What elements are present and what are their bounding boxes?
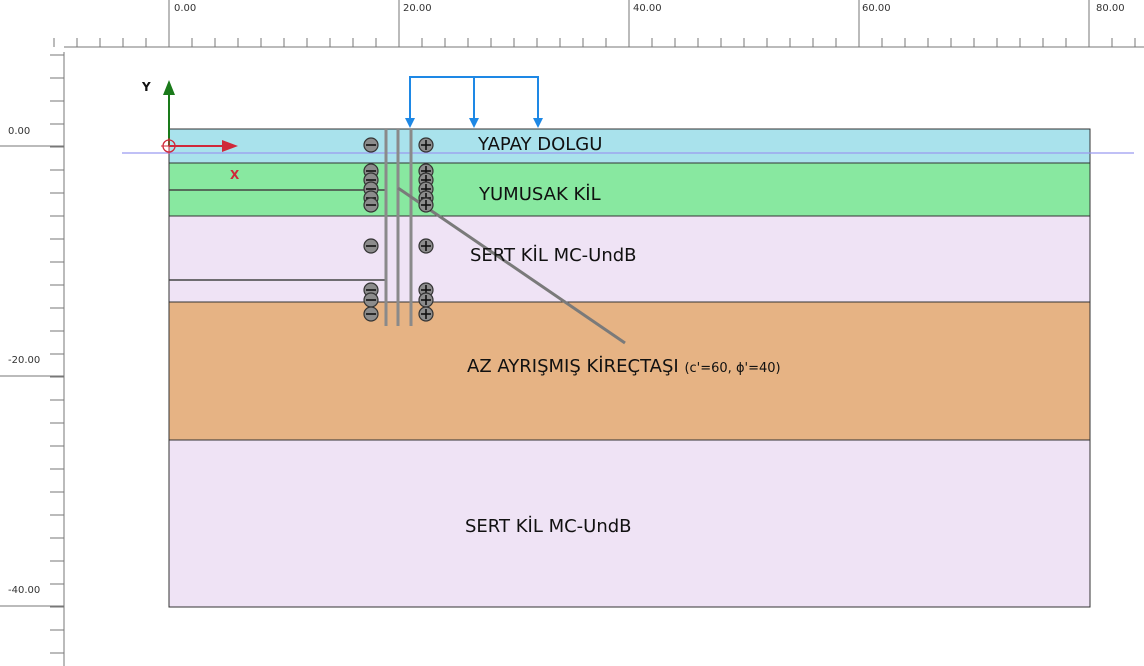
plus-circle-icon	[418, 197, 434, 213]
minus-circle-icon	[363, 137, 379, 153]
layer-label-sert-kil-upper: SERT KİL MC-UndB	[470, 245, 637, 266]
y-axis-arrow-icon	[163, 80, 175, 95]
plus-circle-icon	[418, 292, 434, 308]
layer-label-yumusak-kil: YUMUSAK KİL	[479, 184, 601, 205]
layer-label-yapay-dolgu: YAPAY DOLGU	[478, 134, 603, 155]
plus-circle-icon	[418, 137, 434, 153]
layer-label-sert-kil-lower: SERT KİL MC-UndB	[465, 516, 632, 537]
plus-circle-icon	[418, 306, 434, 322]
layer-label-kirectasi-params: (c'=60, ϕ'=40)	[684, 361, 781, 376]
load-arrowheads	[405, 118, 543, 128]
x-axis-label: X	[230, 168, 240, 182]
minus-circle-icon	[363, 306, 379, 322]
layer-label-kirectasi: AZ AYRIŞMIŞ KİREÇTAŞI (c'=60, ϕ'=40)	[467, 356, 781, 377]
distributed-load[interactable]	[409, 76, 539, 120]
minus-circle-icon	[363, 292, 379, 308]
y-axis-label: Y	[142, 80, 151, 94]
layer-yapay-dolgu[interactable]	[168, 128, 1091, 164]
minus-circle-icon	[363, 238, 379, 254]
model-drawing	[0, 0, 1144, 666]
canvas-view[interactable]: 0.00 20.00 40.00 60.00 80.00 0.00 -20.00…	[0, 0, 1144, 666]
minus-circle-icon	[363, 197, 379, 213]
plus-circle-icon	[418, 238, 434, 254]
